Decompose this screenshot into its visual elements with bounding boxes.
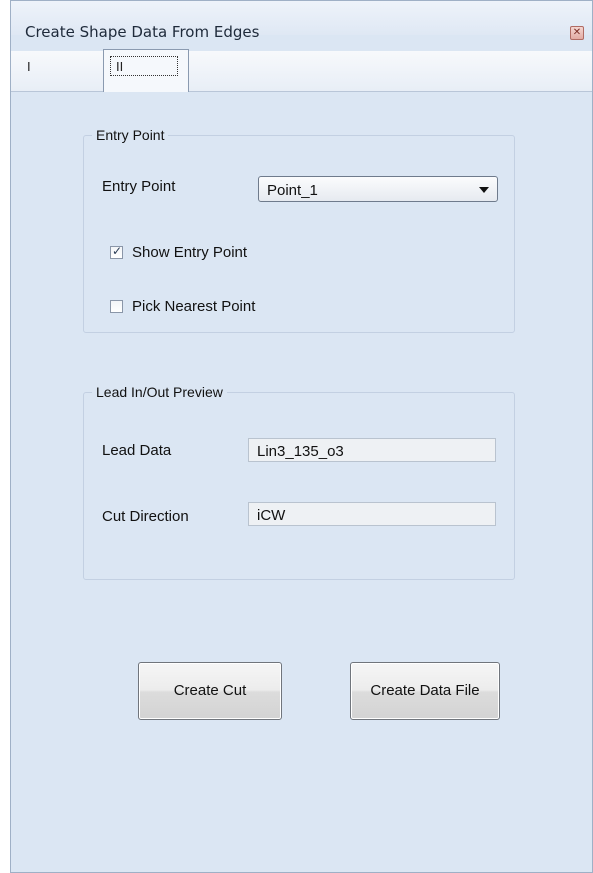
tab-ii[interactable]: II — [103, 49, 189, 92]
pick-nearest-point-label: Pick Nearest Point — [132, 298, 256, 315]
cut-direction-value: iCW — [257, 507, 286, 524]
show-entry-point-checkbox[interactable]: ✓ — [110, 244, 123, 259]
lead-preview-group-legend: Lead In/Out Preview — [92, 384, 227, 400]
tab-i[interactable]: I — [11, 51, 99, 91]
create-data-file-button[interactable]: Create Data File — [350, 662, 500, 720]
entry-point-select-value: Point_1 — [267, 182, 318, 199]
cut-direction-label: Cut Direction — [102, 508, 189, 525]
lead-data-field: Lin3_135_o3 — [248, 438, 496, 462]
checkmark-icon: ✓ — [112, 244, 123, 258]
lead-data-label: Lead Data — [102, 442, 172, 459]
dropdown-arrow-icon[interactable] — [479, 187, 489, 193]
entry-point-group-legend: Entry Point — [92, 127, 169, 143]
title-bar[interactable]: Create Shape Data From Edges ✕ — [11, 1, 592, 41]
create-cut-button[interactable]: Create Cut — [138, 662, 282, 720]
close-icon[interactable]: ✕ — [570, 26, 584, 40]
dialog-window: Create Shape Data From Edges ✕ I II Entr… — [10, 0, 593, 873]
lead-data-value: Lin3_135_o3 — [257, 443, 344, 460]
entry-point-group: Entry Point Entry Point Point_1 ✓ Show E… — [83, 127, 515, 333]
pick-nearest-point-row[interactable]: Pick Nearest Point — [110, 298, 330, 318]
entry-point-select[interactable]: Point_1 — [258, 176, 498, 202]
tab-ii-label: II — [116, 59, 124, 74]
lead-preview-group: Lead In/Out Preview Lead Data Lin3_135_o… — [83, 384, 515, 580]
window-title: Create Shape Data From Edges — [25, 23, 260, 41]
show-entry-point-row[interactable]: ✓ Show Entry Point — [110, 244, 330, 264]
tab-i-label: I — [27, 59, 31, 74]
tab-strip: I II — [11, 49, 592, 92]
show-entry-point-label: Show Entry Point — [132, 244, 248, 261]
entry-point-label: Entry Point — [102, 178, 176, 195]
cut-direction-field: iCW — [248, 502, 496, 526]
pick-nearest-point-checkbox[interactable] — [110, 300, 123, 313]
